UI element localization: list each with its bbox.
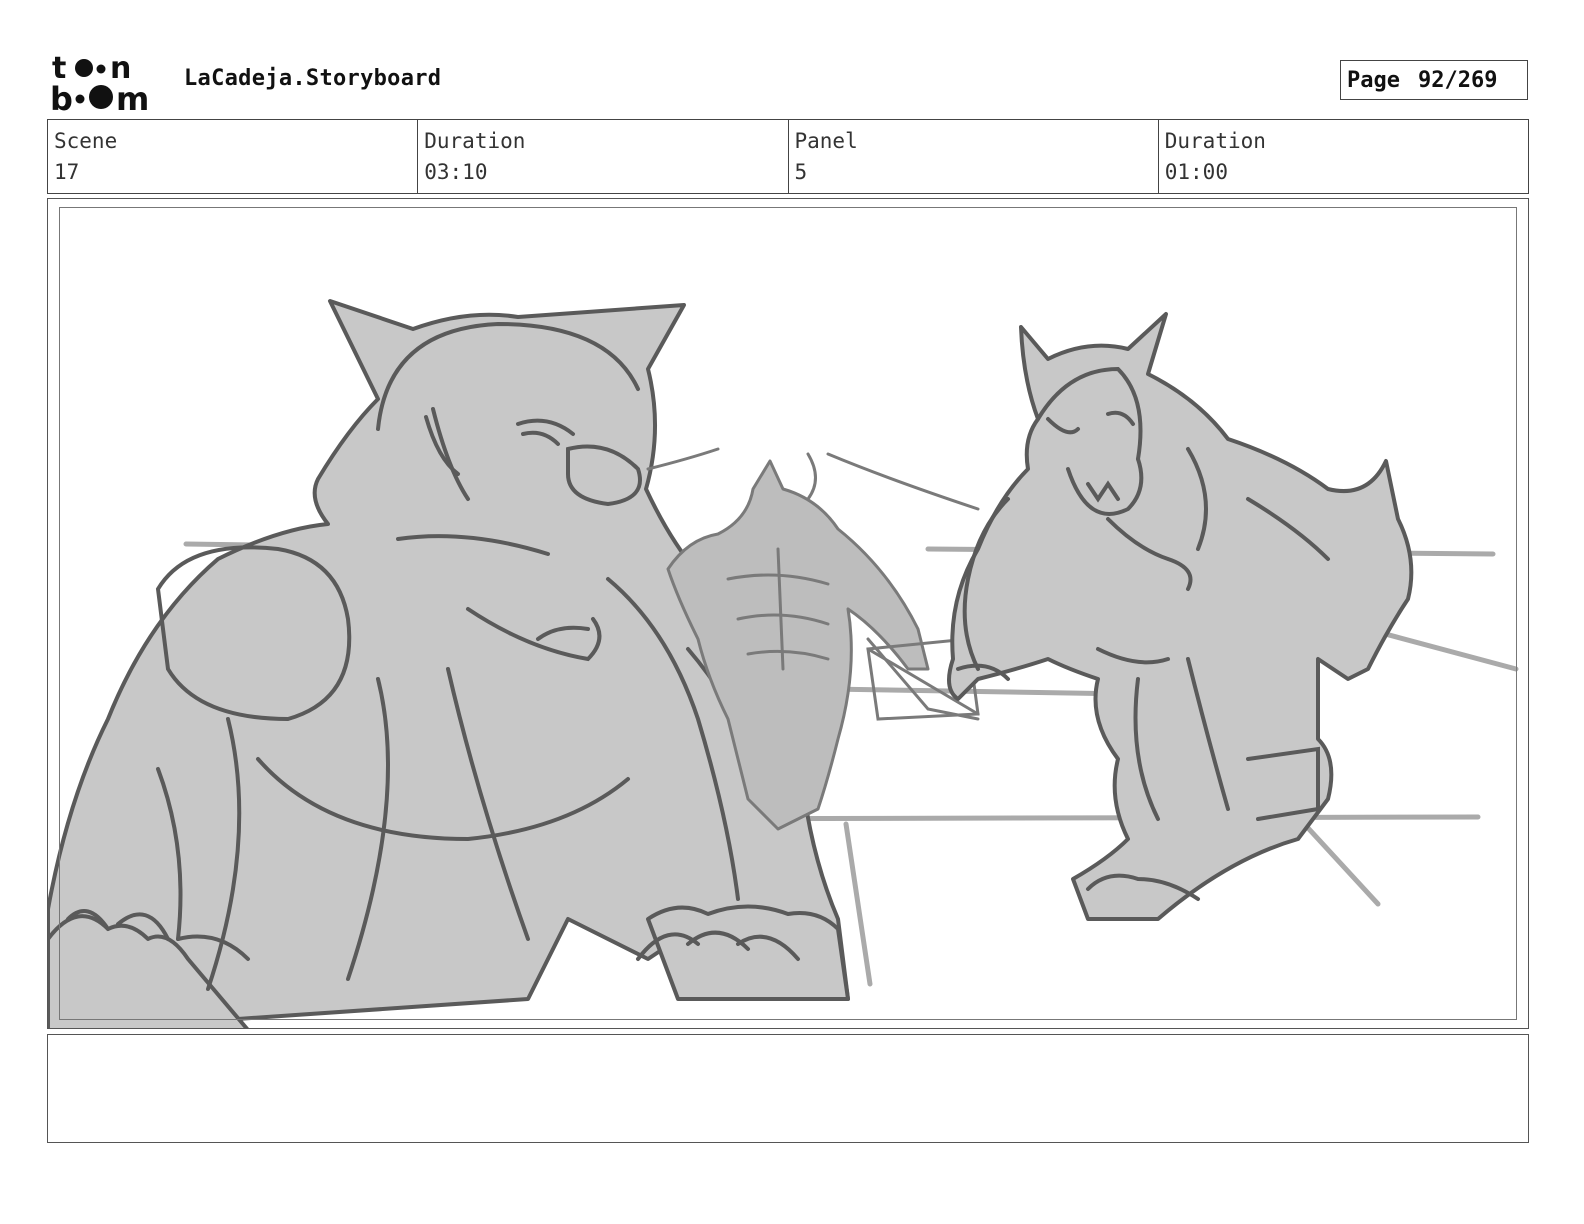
panel-notes xyxy=(47,1034,1529,1143)
panel-duration-label: Duration xyxy=(1164,129,1266,153)
scene-duration-cell: Duration 03:10 xyxy=(418,120,789,193)
toon-boom-logo: t n b m xyxy=(50,51,149,114)
scene-duration-label: Duration xyxy=(424,129,526,153)
scene-value: 17 xyxy=(54,160,80,184)
panel-cell: Panel 5 xyxy=(789,120,1159,193)
storyboard-panel xyxy=(47,198,1529,1029)
panel-safe-area xyxy=(59,207,1517,1020)
panel-label: Panel xyxy=(794,129,858,153)
panel-value: 5 xyxy=(794,160,808,184)
scene-label: Scene xyxy=(54,129,118,153)
svg-text:m: m xyxy=(116,80,149,114)
scene-info-table: Scene 17 Duration 03:10 Panel 5 Duration… xyxy=(47,119,1529,194)
panel-duration-value: 01:00 xyxy=(1164,160,1228,184)
page-number: 92/269 xyxy=(1417,67,1498,93)
page-indicator: Page 92/269 xyxy=(1340,60,1528,100)
svg-text:b: b xyxy=(50,80,73,114)
scene-cell: Scene 17 xyxy=(48,120,419,193)
project-title: LaCadeja.Storyboard xyxy=(184,66,442,91)
panel-duration-cell: Duration 01:00 xyxy=(1159,120,1528,193)
page-label: Page xyxy=(1347,67,1400,93)
scene-duration-value: 03:10 xyxy=(424,160,488,184)
